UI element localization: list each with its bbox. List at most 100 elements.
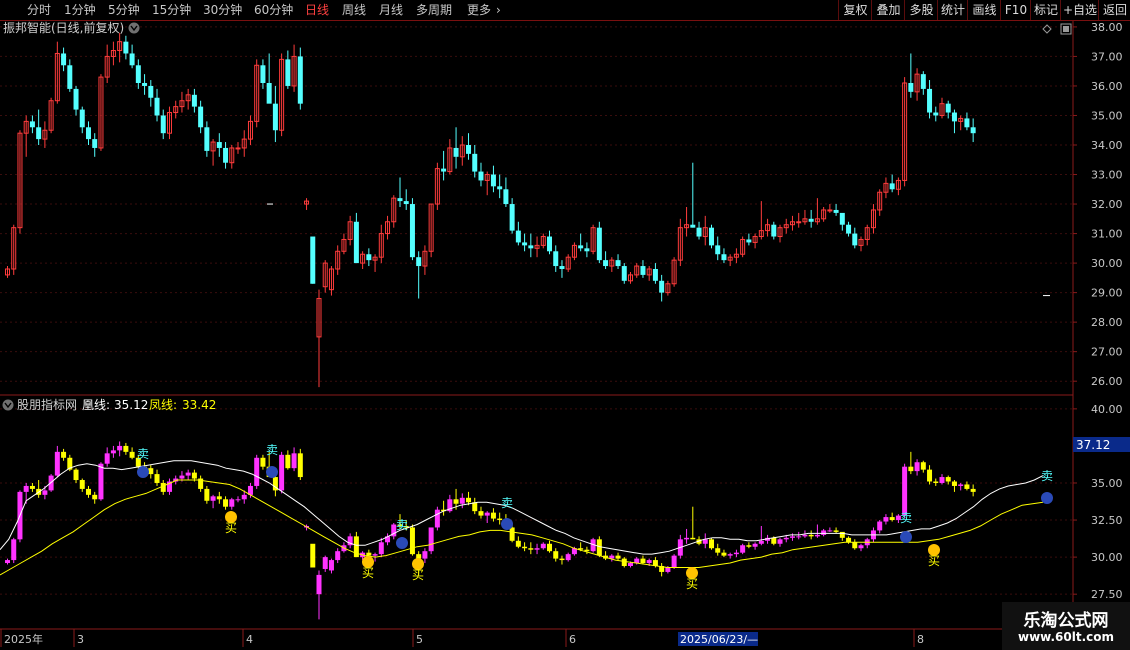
period-tab-9[interactable]: 多周期 (416, 0, 452, 20)
chevron-right-icon[interactable]: › (496, 0, 501, 20)
ind-body-150 (939, 477, 945, 483)
toolbar-button-0[interactable]: 复权 (838, 0, 872, 20)
period-tab-1[interactable]: 1分钟 (64, 0, 96, 20)
toolbar-button-2[interactable]: 多股 (904, 0, 938, 20)
toolbar: 分时 1分钟 5分钟 15分钟 30分钟 60分钟 日线 周线 月线 多周期 更多 › 复权 叠加 多股 统计… (0, 0, 1130, 21)
sell-label-4: 卖 (900, 511, 912, 525)
ind-body-16 (104, 453, 110, 464)
candle-body-22 (142, 83, 148, 86)
diamond-icon[interactable] (1042, 24, 1052, 34)
ind-body-17 (110, 450, 116, 454)
sell-icon-1 (266, 466, 278, 478)
sell-icon-5 (1041, 492, 1053, 504)
candle-body-88 (553, 251, 559, 267)
y-label-main-11: 27.00 (1091, 346, 1123, 359)
candle-body-134 (839, 212, 845, 225)
period-tab-2[interactable]: 5分钟 (108, 0, 140, 20)
ind-body-18 (117, 445, 123, 451)
ind-body-127 (796, 536, 802, 538)
buy-label-1: 买 (362, 566, 374, 580)
period-tab-4[interactable]: 30分钟 (203, 0, 242, 20)
toolbar-button-6[interactable]: 标记 (1030, 0, 1061, 20)
candle-body-104 (652, 269, 658, 281)
candle-body-149 (933, 112, 939, 116)
period-tab-6[interactable]: 日线 (305, 0, 329, 20)
ind-body-59 (372, 554, 378, 556)
period-tab-3[interactable]: 15分钟 (152, 0, 191, 20)
toolbar-button-5[interactable]: F10 (1000, 0, 1031, 20)
candle-body-147 (920, 74, 926, 89)
candle-body-45 (285, 59, 291, 86)
y-label-main-6: 32.00 (1091, 198, 1123, 211)
ind-body-37 (235, 499, 241, 501)
candle-body-82 (515, 230, 521, 243)
ind-body-83 (522, 546, 528, 549)
ind-body-100 (628, 563, 633, 567)
ind-body-11 (73, 469, 79, 481)
ind-body-84 (528, 548, 534, 550)
y-label-ind-3: 30.00 (1091, 551, 1123, 564)
candle-body-10 (67, 65, 73, 89)
candle-body-83 (522, 242, 528, 246)
candle-body-70 (441, 168, 447, 172)
candle-body-92 (578, 245, 584, 249)
ind-body-130 (814, 534, 820, 537)
ind-body-125 (783, 537, 789, 540)
main-candles (5, 32, 1050, 388)
toolbar-button-1[interactable]: 叠加 (871, 0, 905, 20)
sell-icon-0 (137, 466, 149, 478)
candle-body-93 (584, 248, 590, 252)
ind-body-13 (85, 488, 91, 495)
period-tab-10[interactable]: 更多 (467, 0, 491, 20)
ind-body-58 (366, 552, 372, 556)
time-label-1: 3 (77, 633, 84, 646)
ind-body-90 (565, 554, 571, 561)
panel-menu-icon[interactable] (128, 22, 140, 34)
ind-body-33 (210, 496, 216, 501)
ind-body-135 (846, 537, 852, 543)
toolbar-button-8[interactable]: 返回 (1098, 0, 1130, 20)
y-label-main-8: 30.00 (1091, 257, 1123, 270)
indicator-menu-icon[interactable] (2, 399, 14, 411)
candle-body-9 (61, 53, 67, 66)
toolbar-button-3[interactable]: 统计 (937, 0, 968, 20)
brand-url: www.60lt.com (1017, 630, 1115, 644)
ind-body-28 (179, 475, 185, 479)
ind-body-36 (229, 499, 235, 507)
candle-body-42 (266, 83, 272, 104)
candle-body-21 (135, 65, 141, 83)
ind-body-128 (802, 534, 808, 537)
ind-body-47 (297, 453, 303, 478)
buy-label-4: 买 (928, 554, 940, 568)
ind-body-82 (515, 540, 521, 547)
ind-body-142 (889, 517, 895, 521)
ind-body-155 (970, 488, 976, 492)
period-tab-5[interactable]: 60分钟 (254, 0, 293, 20)
candle-body-155 (970, 127, 976, 134)
sell-label-5: 卖 (1041, 469, 1053, 483)
toolbar-button-4[interactable]: 画线 (967, 0, 1001, 20)
candle-body-135 (846, 224, 852, 234)
candle-body-5 (36, 127, 42, 140)
indicator-line2-label: 凤线: (149, 398, 177, 412)
period-tab-8[interactable]: 月线 (379, 0, 403, 20)
candle-body-12 (79, 109, 85, 128)
ind-body-12 (79, 480, 85, 489)
toolbar-button-7[interactable]: +自选 (1060, 0, 1099, 20)
candle-body-35 (223, 147, 229, 163)
period-tab-7[interactable]: 周线 (342, 0, 366, 20)
ind-body-25 (160, 482, 166, 492)
candle-body-58 (366, 254, 372, 261)
ind-body-79 (497, 518, 503, 521)
time-label-0: 2025年 (4, 632, 43, 646)
candle-body-81 (509, 204, 515, 231)
ind-body-89 (559, 558, 565, 561)
kline-chart[interactable]: 买买 买买买卖 卖卖卖卖卖 38.0037.0036.0035.0034.0033.… (0, 21, 1130, 650)
period-tab-0[interactable]: 分时 (27, 0, 51, 20)
candle-body-95 (596, 227, 602, 261)
candle-body-154 (964, 118, 970, 128)
ind-body-49 (310, 543, 316, 568)
time-label-3: 5 (416, 633, 423, 646)
candle-body-65 (409, 204, 415, 258)
y-label-main-5: 33.00 (1091, 169, 1123, 182)
